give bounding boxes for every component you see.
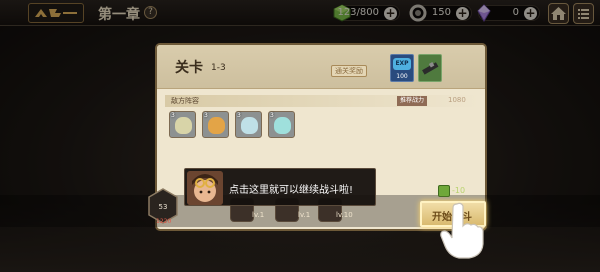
recommend-power-value: 1080 [448,96,466,104]
character-level: lv.1 [252,211,265,219]
weapon-icon [422,62,439,75]
enemy-section-bar: 敌方阵容 推荐战力 1080 [165,95,479,107]
tutorial-tip: 点击这里就可以继续战斗啦! [184,168,376,206]
enemy-level: 3 [237,112,241,119]
exp-icon: EXP [393,58,411,70]
pointer-hand-icon [440,202,484,259]
enemy-portrait [241,117,258,134]
hp-value: 1220 [156,218,172,225]
enemy-level: 3 [270,112,274,119]
leader-value: 53 [159,203,168,211]
enemy-slot[interactable]: 3 [235,111,262,138]
item-reward[interactable] [418,54,442,82]
energy-cost-icon [438,185,450,197]
exp-reward[interactable]: EXP 100 [390,54,414,82]
stage-header: 关卡 1-3 通关奖励 EXP 100 [157,45,485,89]
guide-avatar [187,171,223,205]
enemy-level: 3 [204,112,208,119]
enemy-slot[interactable]: 3 [202,111,229,138]
energy-cost-value: -10 [452,186,466,195]
enemy-portrait [208,117,225,134]
enemy-portrait [274,117,291,134]
tutorial-text: 点击这里就可以继续战斗啦! [229,185,354,196]
guide-character-icon [187,171,223,205]
stage-label: 关卡 [175,60,203,76]
character-level: lv.1 [298,211,311,219]
enemy-section-label: 敌方阵容 [171,97,199,105]
exp-reward-value: 100 [396,73,408,80]
character-level: lv.10 [336,211,353,219]
enemy-portrait [175,117,192,134]
recommend-power-label: 推荐战力 [397,96,428,106]
reward-label: 通关奖励 [331,65,367,77]
enemy-slot[interactable]: 3 [169,111,196,138]
enemy-slot[interactable]: 3 [268,111,295,138]
enemy-level: 3 [171,112,175,119]
stage-number: 1-3 [211,63,226,73]
